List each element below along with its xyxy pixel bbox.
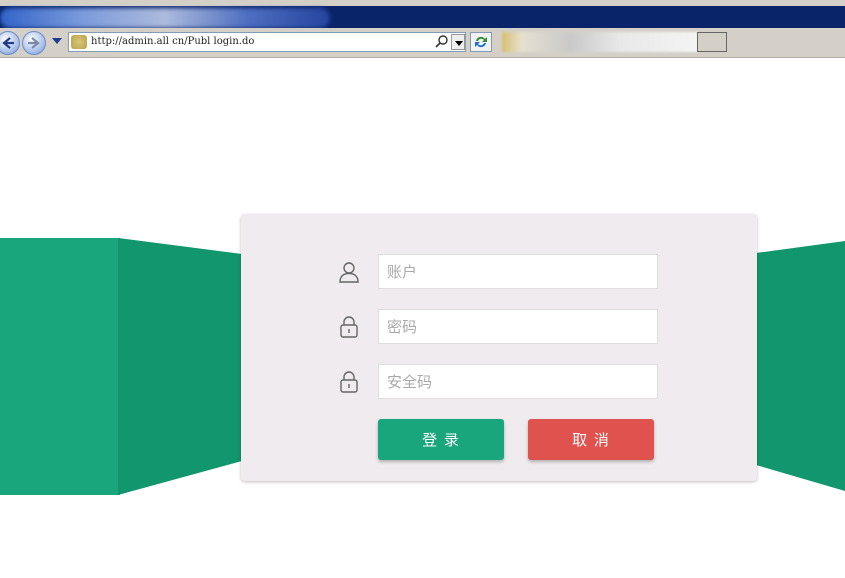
address-dropdown-button[interactable] <box>451 34 465 50</box>
window-title-redacted <box>0 8 330 28</box>
security-code-row <box>338 364 658 400</box>
page-favicon-icon <box>71 35 87 49</box>
decorative-band-left-skew <box>118 238 242 495</box>
lock-icon <box>340 371 358 393</box>
new-tab-button[interactable] <box>697 32 727 52</box>
login-button[interactable]: 登 录 <box>378 419 504 460</box>
decorative-band-left <box>0 238 120 495</box>
password-input[interactable] <box>378 309 658 344</box>
refresh-icon <box>475 36 487 48</box>
address-url: http://admin.all cn/Publ login.do <box>91 36 255 47</box>
history-dropdown-icon[interactable] <box>52 38 62 44</box>
account-row <box>338 254 658 290</box>
login-page: 登 录 取 消 <box>0 58 845 578</box>
decorative-band-right <box>756 241 845 491</box>
back-button[interactable] <box>0 31 20 55</box>
window-top-edge <box>0 0 845 6</box>
user-icon <box>339 262 359 283</box>
account-input[interactable] <box>378 254 658 289</box>
forward-button[interactable] <box>22 31 46 55</box>
browser-titlebar <box>0 0 845 28</box>
forward-arrow-icon <box>28 37 40 49</box>
login-card: 登 录 取 消 <box>241 214 757 481</box>
address-bar[interactable]: http://admin.all cn/Publ login.do <box>68 32 466 52</box>
cancel-button[interactable]: 取 消 <box>528 419 654 460</box>
security-code-input[interactable] <box>378 364 658 399</box>
search-icon[interactable] <box>435 35 449 49</box>
browser-tab-redacted[interactable] <box>502 32 698 52</box>
lock-icon <box>340 316 358 338</box>
password-row <box>338 309 658 345</box>
browser-toolbar: http://admin.all cn/Publ login.do <box>0 28 845 58</box>
back-arrow-icon <box>2 37 14 49</box>
compatibility-refresh-button[interactable] <box>470 32 492 52</box>
